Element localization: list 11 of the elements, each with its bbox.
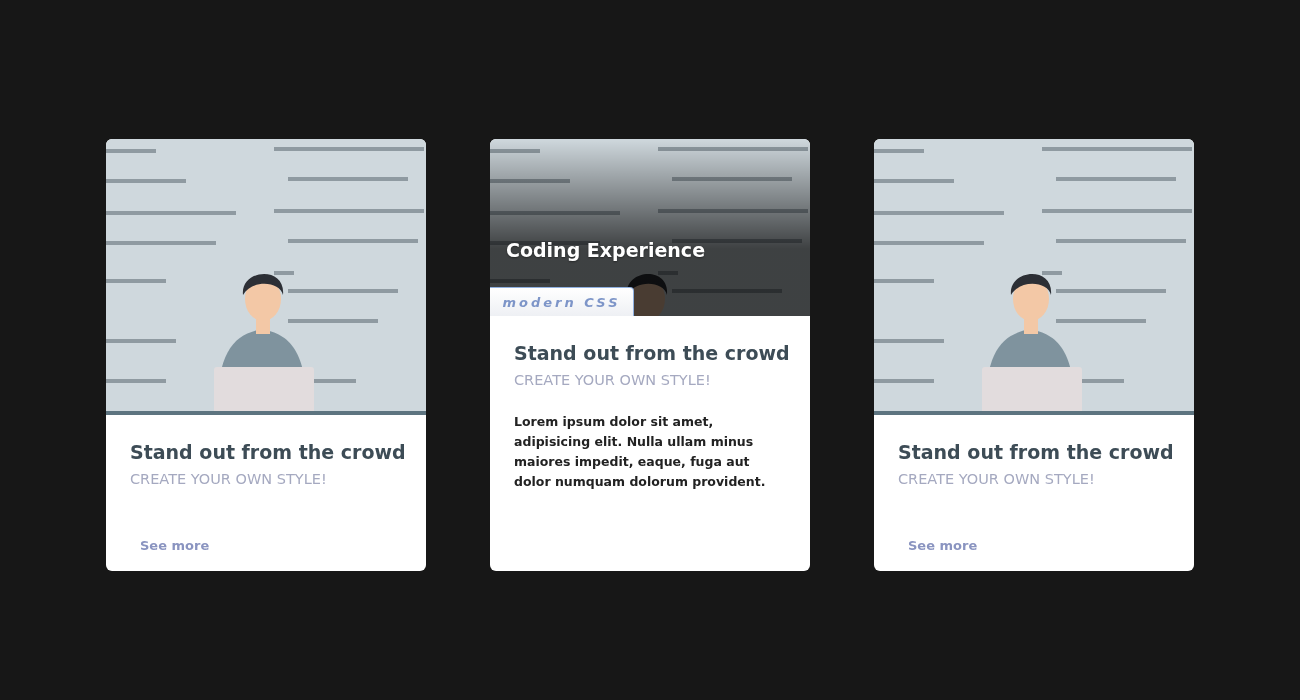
image-caption: Coding Experience xyxy=(506,239,706,261)
card-subtitle: CREATE YOUR OWN STYLE! xyxy=(898,471,1096,487)
card-title: Stand out from the crowd xyxy=(130,441,402,463)
tag-label: modern CSS xyxy=(490,287,634,316)
card-subtitle: CREATE YOUR OWN STYLE! xyxy=(130,471,328,487)
see-more-link[interactable]: See more xyxy=(898,534,988,557)
card-title: Stand out from the crowd xyxy=(898,441,1170,463)
card-subtitle: CREATE YOUR OWN STYLE! xyxy=(514,372,712,388)
see-more-link[interactable]: See more xyxy=(130,534,220,557)
card-title: Stand out from the crowd xyxy=(514,342,786,364)
card-description: Lorem ipsum dolor sit amet, adipisicing elit. Nulla ullam minus maiores impedit, eaque, fuga aut dolor numquam dolorum provident. xyxy=(514,413,767,491)
